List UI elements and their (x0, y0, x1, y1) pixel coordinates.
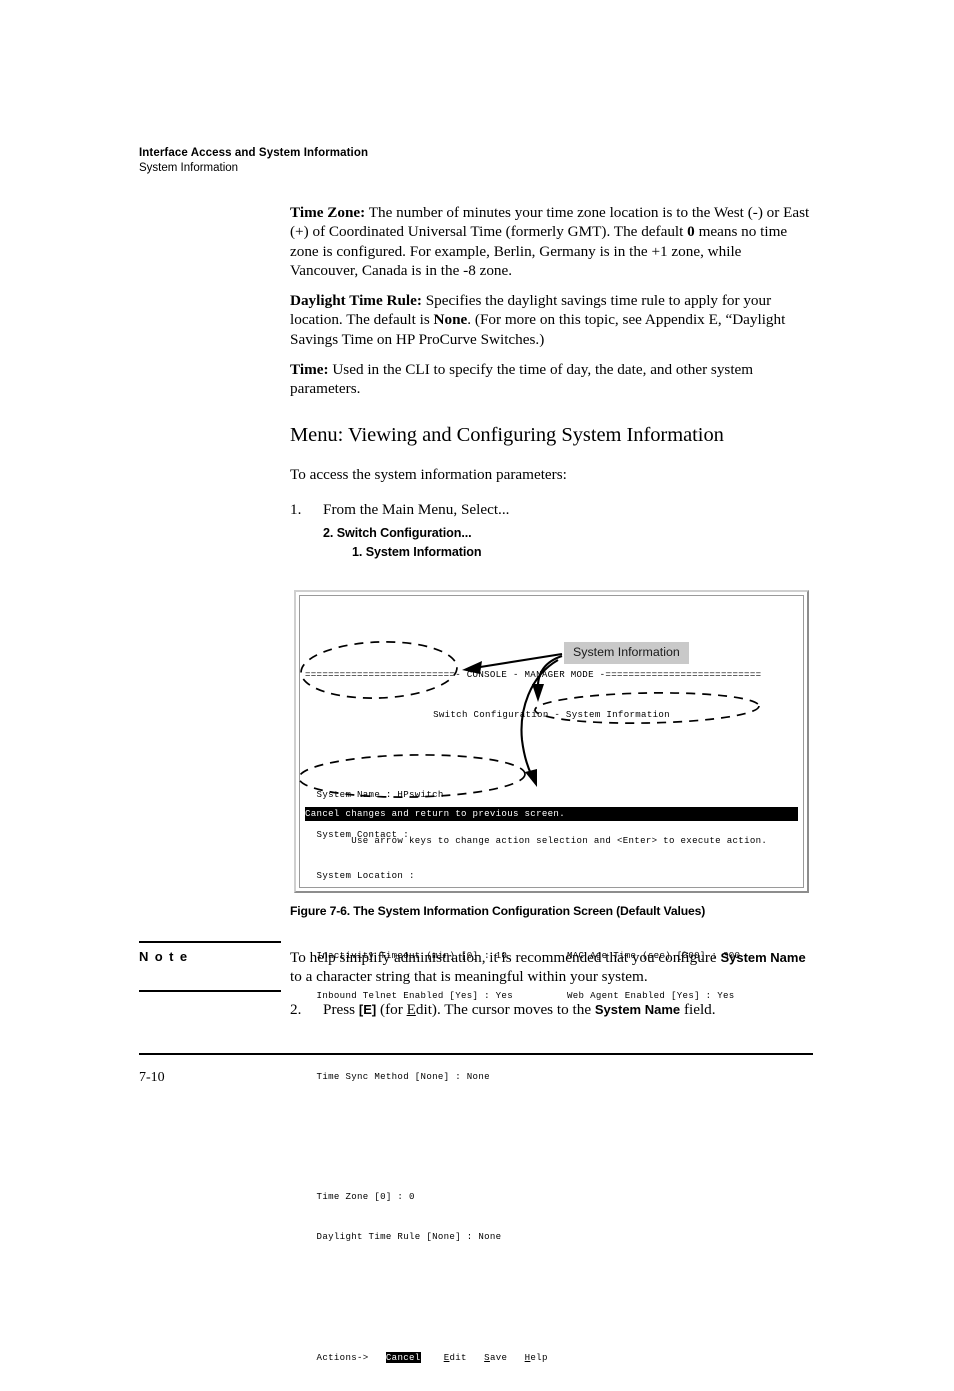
field-system-location[interactable]: System Location : (305, 869, 798, 882)
note-body: To help simplify administration, it is r… (290, 948, 815, 987)
terminal-figure: ==========================- CONSOLE - MA… (294, 590, 809, 1364)
step-2-field-name: System Name (594, 1002, 681, 1017)
step-2: 2. Press [E] (for Edit). The cursor moves… (290, 1000, 848, 1019)
callout-label: System Information (573, 645, 680, 659)
note-rule-bottom (139, 990, 281, 992)
page-number: 7-10 (139, 1070, 165, 1085)
step-2-text-mid2: dit). The cursor moves to the (415, 1001, 595, 1018)
terminal-status-area: Cancel changes and return to previous sc… (305, 781, 798, 861)
time-zone-default-value: 0 (687, 223, 695, 241)
daylight-rule-default-value: None (433, 311, 468, 329)
paragraph-daylight-time-rule: Daylight Time Rule: Specifies the daylig… (290, 291, 812, 363)
daylight-rule-term: Daylight Time Rule: (290, 292, 422, 309)
terminal-frame-inner: ==========================- CONSOLE - MA… (299, 595, 804, 1364)
intro-text: To access the system information paramet… (290, 466, 567, 483)
note-label: N o t e (139, 949, 189, 964)
actions-label: Actions-> (305, 1352, 369, 1364)
field-time-zone[interactable]: Time Zone [0] : 0 (305, 1190, 798, 1203)
step-2-text-post: field. (680, 1001, 716, 1018)
footer-rule (139, 1053, 813, 1055)
step-2-text-pre: Press (323, 1001, 359, 1018)
note-text-pre: To help simplify administration, it is r… (290, 949, 721, 966)
time-zone-term: Time Zone: (290, 204, 366, 221)
field-time-sync-method[interactable]: Time Sync Method [None] : None (305, 1070, 798, 1083)
running-header: Interface Access and System Information … (139, 146, 639, 176)
figure-caption: Figure 7-6. The System Information Confi… (290, 904, 706, 918)
step-2-key: [E] (358, 1002, 377, 1017)
step-2-text-mid: (for (376, 1001, 407, 1018)
step-1: 1. From the Main Menu, Select... (290, 500, 812, 519)
step-1-number: 1. (290, 501, 302, 519)
step-1-text: From the Main Menu, Select... (323, 501, 510, 519)
field-daylight-time-rule[interactable]: Daylight Time Rule [None] : None (305, 1230, 798, 1243)
terminal-frame-outer: ==========================- CONSOLE - MA… (294, 590, 809, 1364)
callout-system-information: System Information (564, 642, 689, 664)
note-text-post: to a character string that is meaningful… (290, 968, 648, 986)
note-bold-term: System Name (720, 950, 806, 965)
action-edit-button[interactable]: Edit (444, 1352, 467, 1363)
step-2-number: 2. (290, 1001, 302, 1018)
terminal-action-bar: Actions-> Cancel Edit Save Help (305, 1351, 798, 1364)
header-chapter-title: Interface Access and System Information (139, 147, 369, 159)
menu-path-level-1: 2. Switch Configuration... (323, 525, 472, 540)
action-save-button[interactable]: Save (484, 1352, 507, 1363)
time-body: Used in the CLI to specify the time of d… (290, 361, 754, 398)
paragraph-time-zone: Time Zone: The number of minutes your ti… (290, 203, 812, 295)
header-section-title: System Information (139, 162, 239, 174)
status-highlight-line: Cancel changes and return to previous sc… (305, 807, 798, 821)
time-term: Time: (290, 361, 329, 378)
terminal-subtitle: Switch Configuration - System Informatio… (433, 708, 670, 720)
step-2-hotkey-letter: E (406, 1001, 416, 1018)
page-title: Menu: Viewing and Configuring System Inf… (290, 424, 724, 446)
action-help-button[interactable]: Help (525, 1352, 548, 1363)
paragraph-time: Time: Used in the CLI to specify the tim… (290, 360, 812, 413)
action-cancel-button[interactable]: Cancel (385, 1352, 421, 1364)
terminal-title-bar: ==========================- CONSOLE - MA… (305, 668, 762, 680)
note-rule-top (139, 941, 281, 943)
status-hint-line: Use arrow keys to change action selectio… (351, 835, 768, 847)
section-block: Menu: Viewing and Configuring System Inf… (290, 423, 812, 562)
menu-path-level-2: 1. System Information (352, 544, 482, 559)
